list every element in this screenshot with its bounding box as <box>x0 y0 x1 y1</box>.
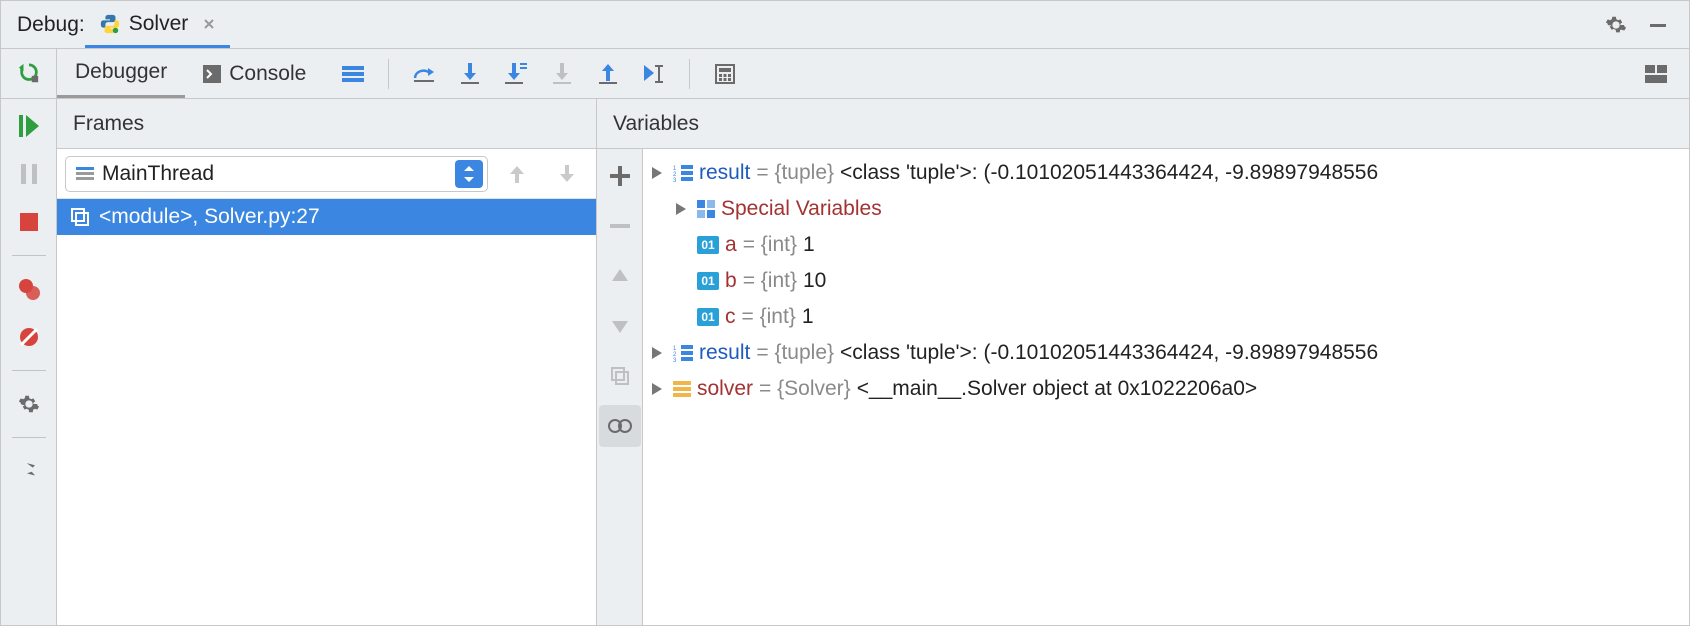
variable-type: = {int} <box>742 305 796 329</box>
expand-icon[interactable] <box>647 167 667 179</box>
variables-panel: Variables 123 result = {tuple} <class 't… <box>597 99 1689 625</box>
titlebar-label: Debug: <box>17 13 85 37</box>
frame-row[interactable]: <module>, Solver.py:27 <box>57 199 596 235</box>
variable-name: b <box>725 269 737 293</box>
svg-text:3: 3 <box>673 178 677 182</box>
step-into-icon[interactable] <box>449 53 491 95</box>
expand-icon[interactable] <box>647 347 667 359</box>
tab-debugger[interactable]: Debugger <box>57 49 185 98</box>
stop-icon[interactable] <box>8 201 50 243</box>
pin-icon[interactable] <box>8 450 50 492</box>
int-icon: 01 <box>697 272 719 290</box>
python-icon <box>99 13 121 35</box>
step-out-icon[interactable] <box>587 53 629 95</box>
thread-selector[interactable]: MainThread <box>65 156 488 192</box>
watch-up-icon[interactable] <box>599 255 641 297</box>
watch-down-icon[interactable] <box>599 305 641 347</box>
variables-tree[interactable]: 123 result = {tuple} <class 'tuple'>: (-… <box>643 149 1689 625</box>
layout-settings-icon[interactable] <box>1635 53 1677 95</box>
resume-icon[interactable] <box>8 105 50 147</box>
variable-name: c <box>725 305 736 329</box>
settings-icon[interactable] <box>8 383 50 425</box>
frame-label: <module>, Solver.py:27 <box>99 205 320 229</box>
remove-watch-icon[interactable] <box>599 205 641 247</box>
variable-value: 10 <box>803 269 826 293</box>
frames-header: Frames <box>57 99 596 149</box>
frame-up-icon[interactable] <box>496 153 538 195</box>
debug-settings-icon[interactable] <box>1595 4 1637 46</box>
variable-row[interactable]: 01 c = {int} 1 <box>643 299 1689 335</box>
step-into-my-code-icon[interactable] <box>495 53 537 95</box>
variable-type: = {int} <box>743 269 797 293</box>
tuple-icon: 123 <box>673 344 693 362</box>
variable-name: solver <box>697 377 753 401</box>
variable-value: 1 <box>803 233 815 257</box>
run-to-cursor-icon[interactable] <box>633 53 675 95</box>
tuple-icon: 123 <box>673 164 693 182</box>
run-config-tab[interactable]: Solver <box>85 1 231 48</box>
variables-toolbar <box>597 149 643 625</box>
add-watch-icon[interactable] <box>599 155 641 197</box>
duplicate-watch-icon[interactable] <box>599 355 641 397</box>
view-breakpoints-icon[interactable] <box>8 268 50 310</box>
run-config-name: Solver <box>129 12 189 36</box>
console-icon <box>203 65 221 83</box>
step-over-icon[interactable] <box>403 53 445 95</box>
variable-name: result <box>699 341 750 365</box>
tab-console[interactable]: Console <box>185 49 324 98</box>
variable-row[interactable]: Special Variables <box>643 191 1689 227</box>
show-watches-icon[interactable] <box>599 405 641 447</box>
int-icon: 01 <box>697 308 719 326</box>
variable-name: result <box>699 161 750 185</box>
variable-row[interactable]: solver = {Solver} <__main__.Solver objec… <box>643 371 1689 407</box>
thread-icon <box>76 167 94 181</box>
variable-row[interactable]: 123 result = {tuple} <class 'tuple'>: (-… <box>643 335 1689 371</box>
variable-value: 1 <box>802 305 814 329</box>
special-icon <box>697 200 715 218</box>
variable-row[interactable]: 123 result = {tuple} <class 'tuple'>: (-… <box>643 155 1689 191</box>
variable-row[interactable]: 01 b = {int} 10 <box>643 263 1689 299</box>
force-step-into-icon[interactable] <box>541 53 583 95</box>
expand-icon[interactable] <box>671 203 691 215</box>
minimize-icon[interactable] <box>1637 4 1679 46</box>
frame-down-icon[interactable] <box>546 153 588 195</box>
frames-panel: Frames MainThread <module>, Solver.py:27 <box>57 99 597 625</box>
chevron-updown-icon <box>455 160 483 188</box>
object-icon <box>673 381 691 397</box>
rerun-icon[interactable] <box>8 53 50 95</box>
variable-name: a <box>725 233 737 257</box>
frame-icon <box>71 208 89 226</box>
debug-side-toolbar <box>1 99 57 625</box>
variable-name: Special Variables <box>721 197 882 221</box>
pause-icon[interactable] <box>8 153 50 195</box>
int-icon: 01 <box>697 236 719 254</box>
variable-value: <class 'tuple'>: (-0.10102051443364424, … <box>840 341 1378 365</box>
evaluate-expression-icon[interactable] <box>704 53 746 95</box>
thread-name: MainThread <box>102 162 455 186</box>
variable-type: = {tuple} <box>756 341 834 365</box>
variables-header: Variables <box>597 99 1689 149</box>
expand-icon[interactable] <box>647 383 667 395</box>
debug-titlebar: Debug: Solver <box>1 1 1689 49</box>
debugger-toolbar: Debugger Console <box>1 49 1689 99</box>
variable-row[interactable]: 01 a = {int} 1 <box>643 227 1689 263</box>
close-icon[interactable] <box>202 17 216 31</box>
variable-type: = {tuple} <box>756 161 834 185</box>
mute-breakpoints-icon[interactable] <box>8 316 50 358</box>
variable-value: <class 'tuple'>: (-0.10102051443364424, … <box>840 161 1378 185</box>
variable-type: = {int} <box>743 233 797 257</box>
variable-value: <__main__.Solver object at 0x1022206a0> <box>857 377 1257 401</box>
variable-type: = {Solver} <box>759 377 851 401</box>
threads-icon[interactable] <box>332 53 374 95</box>
svg-text:3: 3 <box>673 358 677 362</box>
